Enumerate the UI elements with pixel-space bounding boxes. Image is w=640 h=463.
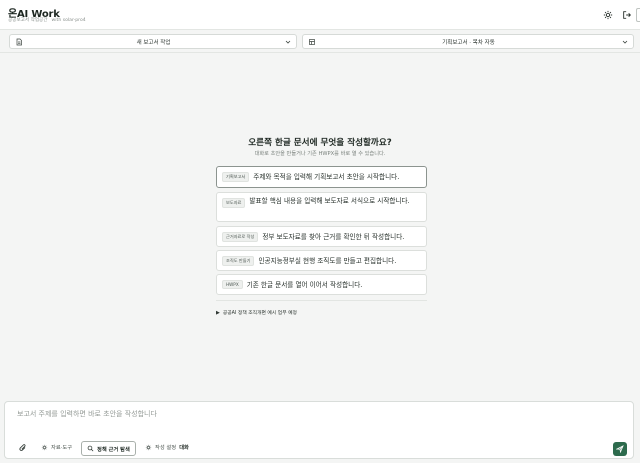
suggestion-text: 인공지능정부실 현행 조직도를 만들고 편집합니다. — [258, 256, 397, 265]
send-button[interactable] — [613, 442, 627, 456]
suggestion-text: 주제와 목적을 입력해 기획보고서 초안을 시작합니다. — [253, 173, 400, 181]
example-toggle[interactable]: ▶ 공공AI 정책 조직개편 예시 업무 예정 — [216, 309, 297, 316]
document-icon — [16, 38, 22, 45]
suggestion-tag: 기획보고서 — [222, 172, 250, 182]
settings-icon[interactable] — [602, 9, 614, 21]
template-selector-label: 기획보고서 · 목차 자동 — [442, 39, 495, 46]
suggestion-text: 기존 한글 문서를 열어 이어서 작성합니다. — [246, 280, 363, 289]
composer-toolbar: 자료·도구 정책 근거 탐색 작성 설정 대화 — [5, 439, 635, 457]
chevron-down-icon — [285, 40, 291, 44]
chevron-down-icon — [622, 40, 628, 44]
suggestion-text: 발표할 핵심 내용을 입력해 보도자료 서식으로 시작합니다. — [249, 197, 410, 205]
gear-icon — [41, 444, 48, 450]
writing-settings-label: 작성 설정 — [155, 445, 177, 451]
suggestion-tag: HWPX — [222, 280, 243, 289]
template-icon — [309, 38, 315, 45]
suggestion-open-hwpx[interactable]: HWPX 기존 한글 문서를 열어 이어서 작성합니다. — [216, 274, 427, 295]
triangle-right-icon: ▶ — [216, 310, 220, 316]
suggestion-evidence-writing[interactable]: 근거자료로 작성 정부 보도자료를 찾아 근거를 확인한 뒤 작성합니다. — [216, 226, 427, 247]
selector-bar: 새 보고서 작업 기획보고서 · 목차 자동 — [0, 31, 640, 53]
writing-mode-value: 대화 — [179, 445, 189, 451]
suggestion-tag: 보도자료 — [222, 198, 246, 208]
divider — [216, 300, 427, 301]
main-subheading: 대화로 초안을 만들거나 기존 HWPX를 바로 열 수 있습니다. — [254, 151, 386, 157]
scrollbar-thumb[interactable] — [636, 8, 640, 22]
report-selector[interactable]: 새 보고서 작업 — [9, 34, 297, 49]
paperclip-icon[interactable] — [18, 443, 28, 453]
suggestion-org-chart[interactable]: 조직도 만들기 인공지능정부실 현행 조직도를 만들고 편집합니다. — [216, 250, 427, 271]
materials-tools-label: 자료·도구 — [51, 445, 73, 451]
report-selector-label: 새 보고서 작업 — [136, 39, 171, 46]
suggestion-planning-report[interactable]: 기획보고서 주제와 목적을 입력해 기획보고서 초안을 시작합니다. — [216, 166, 427, 188]
logout-icon[interactable] — [621, 9, 633, 21]
suggestion-press-release[interactable]: 보도자료 발표할 핵심 내용을 입력해 보도자료 서식으로 시작합니다. — [216, 192, 427, 222]
main-heading: 오른쪽 한글 문서에 무엇을 작성할까요? — [248, 138, 392, 148]
prompt-input[interactable]: 보고서 주제를 입력하면 바로 초안을 작성합니다 — [17, 409, 157, 419]
composer: 보고서 주제를 입력하면 바로 초안을 작성합니다 자료·도구 정책 근거 탐색… — [4, 401, 634, 459]
search-icon — [87, 445, 94, 452]
example-toggle-label: 공공AI 정책 조직개편 예시 업무 예정 — [222, 311, 297, 316]
suggestion-tag: 조직도 만들기 — [222, 255, 255, 266]
policy-search-button[interactable]: 정책 근거 탐색 — [81, 441, 136, 456]
template-selector[interactable]: 기획보고서 · 목차 자동 — [302, 34, 634, 49]
writing-settings-button[interactable]: 작성 설정 대화 — [145, 443, 189, 451]
send-icon — [616, 445, 624, 453]
settings-icon — [145, 444, 152, 450]
app-header: 온AI Work 공공보고서 작업공간 with solar-pro4 — [0, 0, 640, 30]
policy-search-label: 정책 근거 탐색 — [97, 446, 130, 453]
suggestion-text: 정부 보도자료를 찾아 근거를 확인한 뒤 작성합니다. — [262, 232, 405, 241]
model-label: with solar-pro4 — [51, 18, 86, 23]
app-subtitle: 공공보고서 작업공간 with solar-pro4 — [8, 17, 86, 23]
suggestion-tag: 근거자료로 작성 — [222, 231, 259, 242]
materials-tools-button[interactable]: 자료·도구 — [41, 443, 72, 451]
workspace-label: 공공보고서 작업공간 — [8, 18, 48, 23]
